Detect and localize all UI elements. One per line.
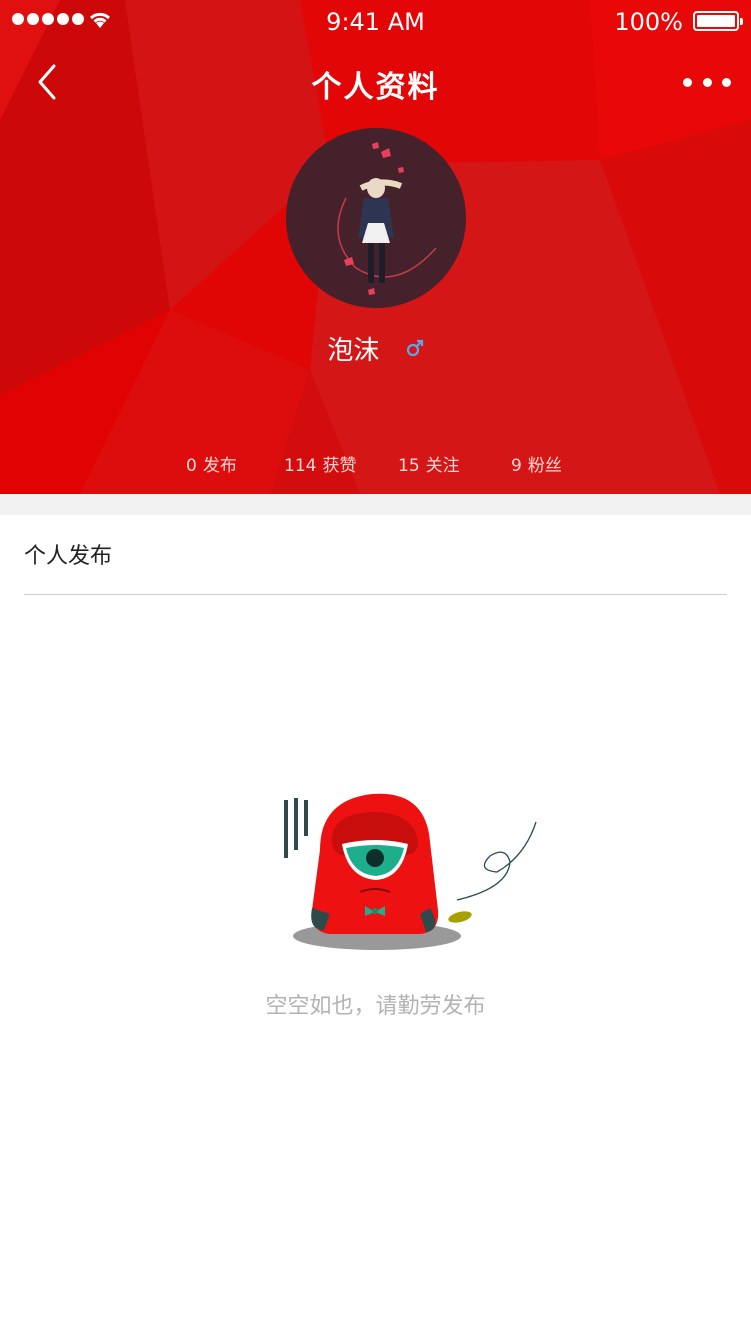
stat-following-count: 15: [398, 456, 420, 476]
avatar-illustration: [286, 128, 466, 308]
profile-header: 9:41 AM 100% 个人资料 泡沫 0 发布 114 获赞 15 关注 9…: [0, 0, 751, 494]
stat-likes-label: 获赞: [322, 456, 357, 476]
profile-stats: 0 发布 114 获赞 15 关注 9 粉丝: [0, 451, 751, 479]
divider: [24, 594, 727, 595]
stat-likes[interactable]: 114 获赞: [284, 451, 356, 476]
more-dot: [722, 77, 731, 87]
stat-followers-count: 9: [511, 456, 522, 476]
more-button[interactable]: [683, 68, 731, 96]
battery-percent: 100%: [614, 8, 683, 36]
empty-state-message: 空空如也，请勤劳发布: [265, 994, 486, 1019]
status-bar: 9:41 AM 100%: [0, 0, 751, 42]
page-title: 个人资料: [311, 70, 440, 105]
stat-following-label: 关注: [425, 456, 460, 476]
stat-posts[interactable]: 0 发布: [186, 451, 237, 476]
empty-state-illustration: [280, 790, 545, 959]
stat-following[interactable]: 15 关注: [398, 451, 460, 476]
more-dot: [683, 77, 692, 87]
username-row: 泡沫: [0, 330, 751, 367]
stat-likes-count: 114: [284, 456, 317, 476]
battery-icon: [693, 11, 743, 31]
stat-posts-count: 0: [186, 456, 197, 476]
more-dot: [702, 77, 712, 87]
section-gap: [0, 494, 751, 515]
section-title: 个人发布: [24, 544, 113, 569]
stat-followers-label: 粉丝: [527, 456, 562, 476]
male-gender-icon: [406, 334, 424, 364]
username: 泡沫: [327, 336, 380, 366]
stat-followers[interactable]: 9 粉丝: [511, 451, 562, 476]
stat-posts-label: 发布: [202, 456, 237, 476]
avatar[interactable]: [286, 128, 466, 308]
